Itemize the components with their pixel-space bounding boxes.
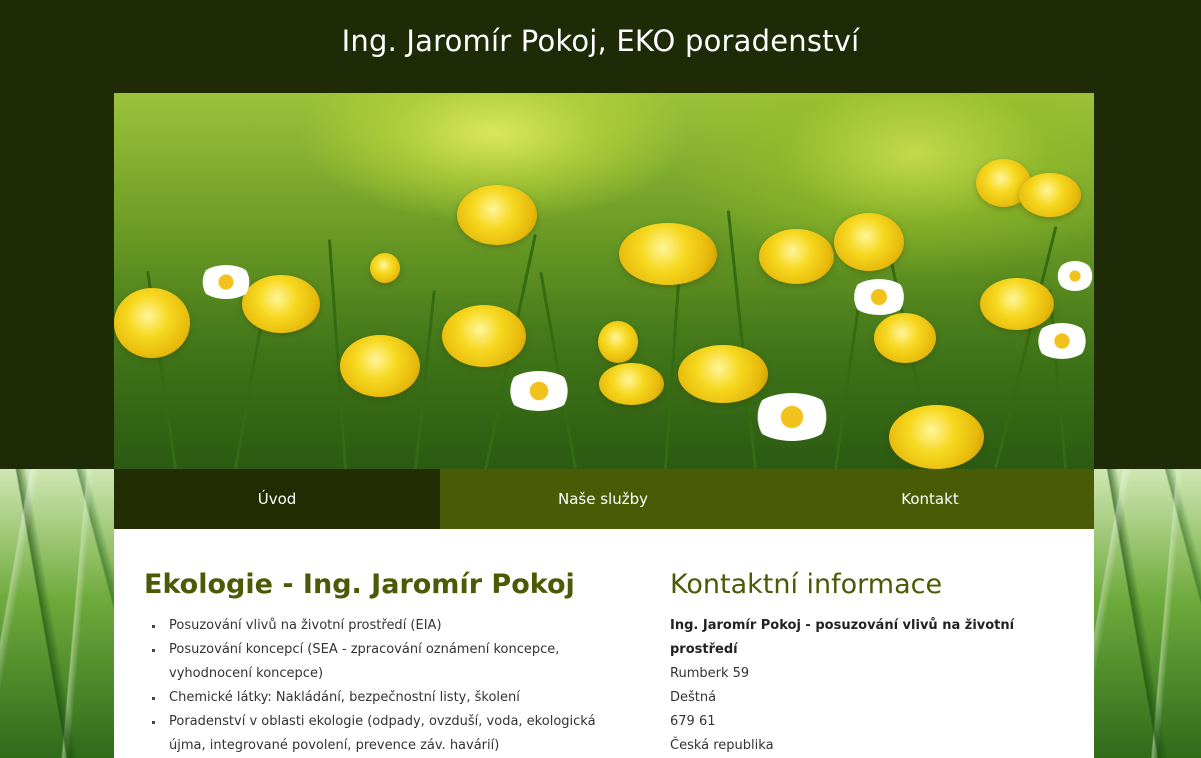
nav-item-uvod[interactable]: Úvod: [114, 469, 440, 529]
contact-country: Česká republika: [670, 738, 774, 753]
nav-item-nase-sluzby[interactable]: Naše služby: [440, 469, 766, 529]
list-item: Poradenství v oblasti ekologie (odpady, …: [152, 710, 624, 758]
main-content: Ekologie - Ing. Jaromír Pokoj Posuzování…: [114, 529, 1094, 758]
main-navigation: Úvod Naše služby Kontakt: [114, 469, 1094, 529]
nav-item-kontakt[interactable]: Kontakt: [766, 469, 1094, 529]
services-list: Posuzování vlivů na životní prostředí (E…: [144, 614, 624, 758]
contact-section: Kontaktní informace Ing. Jaromír Pokoj -…: [670, 567, 1070, 758]
contact-street: Rumberk 59: [670, 666, 750, 681]
hero-image-meadow-flowers: [114, 93, 1094, 469]
contact-name: Ing. Jaromír Pokoj - posuzování vlivů na…: [670, 618, 1015, 657]
grass-background-right: [1094, 469, 1201, 758]
site-title: Ing. Jaromír Pokoj, EKO poradenství: [341, 24, 860, 58]
services-heading: Ekologie - Ing. Jaromír Pokoj: [144, 569, 575, 600]
contact-zip: 679 61: [670, 714, 716, 729]
list-item: Chemické látky: Nakládání, bezpečnostní …: [152, 686, 624, 710]
list-item: Posuzování koncepcí (SEA - zpracování oz…: [152, 638, 624, 686]
grass-background-left: [0, 469, 114, 758]
list-item: Posuzování vlivů na životní prostředí (E…: [152, 614, 624, 638]
contact-heading: Kontaktní informace: [670, 569, 943, 600]
services-section: Ekologie - Ing. Jaromír Pokoj Posuzování…: [144, 567, 624, 758]
contact-city: Deštná: [670, 690, 717, 705]
